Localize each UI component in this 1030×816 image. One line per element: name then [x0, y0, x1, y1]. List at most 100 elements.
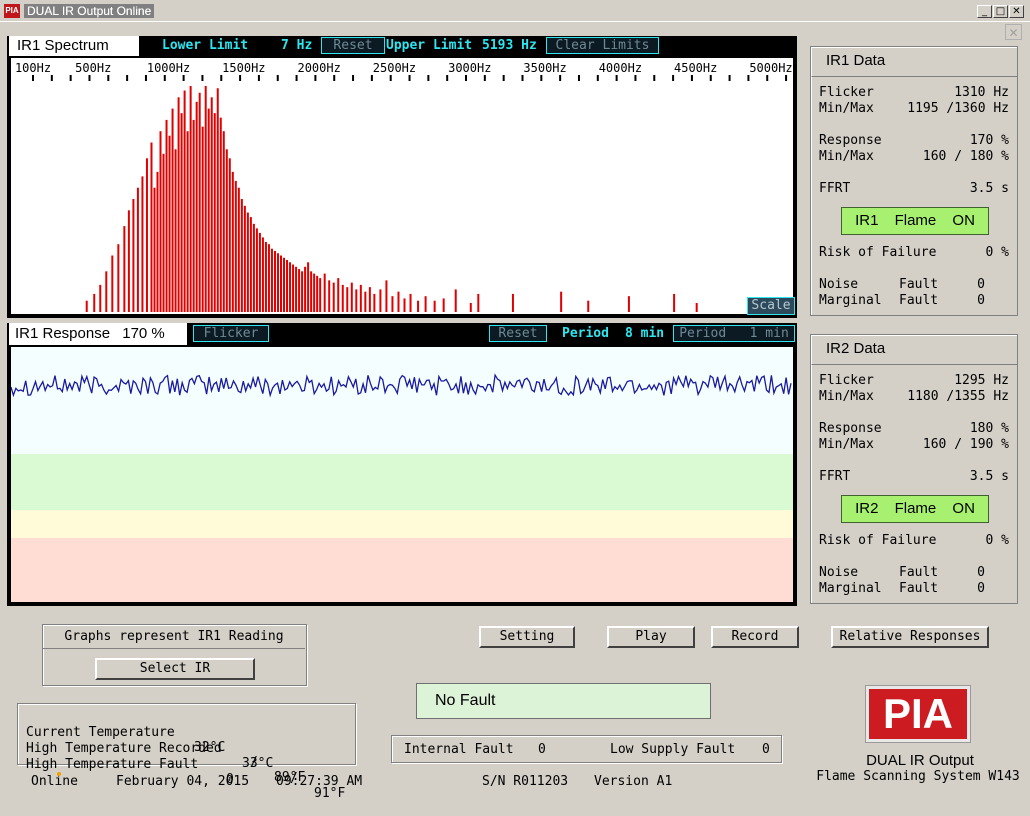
ir1-flicker-value: 1310 Hz [954, 85, 1009, 100]
spectrum-bar [560, 291, 563, 312]
ir2-noise-row: Noise Fault 0 [819, 565, 1009, 581]
spectrum-bar [346, 287, 349, 312]
ir2-ffrt-label: FFRT [819, 469, 851, 484]
spectrum-bar [469, 302, 472, 312]
ir1-response-minmax-row: Min/Max 160 / 180 % [819, 149, 1009, 165]
select-ir-button[interactable]: Select IR [95, 658, 255, 680]
ir2-response-minmax-label: Min/Max [819, 437, 874, 452]
spectrum-chart: 100Hz 500Hz 1000Hz 1500Hz 2000Hz 2500Hz 3000Hz… [15, 61, 793, 313]
spectrum-bar [195, 101, 198, 312]
ir2-flicker-minmax-label: Min/Max [819, 389, 874, 404]
fault-status-text: No Fault [435, 692, 496, 709]
spectrum-bar [304, 266, 307, 312]
spectrum-bar [355, 289, 358, 312]
spectrum-bar [267, 244, 270, 312]
spectrum-bar [364, 291, 367, 312]
spectrum-bar [180, 113, 183, 312]
ir2-noise-value: 0 [977, 565, 985, 580]
spectrum-bar [332, 282, 335, 312]
spectrum-bar [397, 291, 400, 312]
relative-responses-button[interactable]: Relative Responses [831, 626, 989, 648]
online-indicator-icon [57, 772, 61, 776]
flicker-button[interactable]: Flicker [193, 325, 269, 342]
spectrum-bar [298, 269, 301, 312]
spectrum-bar [385, 280, 388, 312]
spectrum-bar [409, 293, 412, 312]
ir1-risk-row: Risk of Failure 0 % [819, 245, 1009, 261]
app-icon: PIA [4, 4, 20, 18]
version: Version A1 [594, 774, 673, 789]
ir2-risk-row: Risk of Failure 0 % [819, 533, 1009, 549]
period-button[interactable]: Period 1 min [673, 325, 795, 342]
spectrum-bar [231, 171, 234, 312]
period-label: Period [562, 326, 609, 341]
ir2-marginal-label: Marginal [819, 581, 882, 596]
ir2-response-minmax-row: Min/Max 160 / 190 % [819, 437, 1009, 453]
response-reset-button[interactable]: Reset [489, 325, 547, 342]
spectrum-bar [270, 248, 273, 312]
spectrum-bar [258, 232, 261, 312]
spectrum-bar [168, 135, 171, 312]
response-tab-value: 170 % [122, 325, 165, 342]
spectrum-bar [442, 298, 445, 312]
upper-limit-value: 5193 Hz [482, 38, 537, 53]
spectrum-tick-label: 3000Hz [448, 61, 491, 75]
ir2-response-minmax-value: 160 / 190 % [922, 437, 1009, 452]
spectrum-bar [207, 108, 210, 312]
spectrum-bar [477, 293, 480, 312]
internal-fault-value: 0 [538, 742, 546, 757]
spectrum-tick-label: 4000Hz [599, 61, 642, 75]
play-button[interactable]: Play [607, 626, 695, 648]
spectrum-bar [264, 241, 267, 312]
ir1-response-minmax-label: Min/Max [819, 149, 874, 164]
record-button[interactable]: Record [711, 626, 799, 648]
ir2-response-label: Response [819, 421, 882, 436]
spectrum-tick-label: 1500Hz [222, 61, 265, 75]
ir1-flicker-minmax-value: 1195 /1360 Hz [907, 101, 1009, 116]
ir1-marginal-row: Marginal Fault 0 [819, 293, 1009, 309]
clear-limits-button[interactable]: Clear Limits [546, 37, 659, 54]
maximize-button[interactable]: □ [993, 5, 1008, 18]
spectrum-plot: 100Hz 500Hz 1000Hz 1500Hz 2000Hz 2500Hz 3000Hz… [9, 56, 795, 316]
ir2-flicker-label: Flicker [819, 373, 874, 388]
internal-fault-label: Internal Fault [404, 742, 514, 757]
minimize-button[interactable]: _ [977, 5, 992, 18]
spectrum-tab[interactable]: IR1 Spectrum [9, 36, 139, 56]
ir2-flicker-value: 1295 Hz [954, 373, 1009, 388]
spectrum-reset-button[interactable]: Reset [321, 37, 385, 54]
setting-button[interactable]: Setting [479, 626, 575, 648]
spectrum-bar [234, 180, 237, 312]
ir1-risk-label: Risk of Failure [819, 245, 937, 260]
spectrum-bar [145, 158, 148, 312]
spectrum-bar [123, 226, 126, 312]
ir1-ffrt-row: FFRT 3.5 s [819, 181, 1009, 197]
response-tab-label: IR1 Response [15, 325, 111, 342]
lower-limit-value: 7 Hz [281, 38, 313, 53]
ir2-flicker-minmax-row: Min/Max 1180 /1355 Hz [819, 389, 1009, 405]
spectrum-bar [117, 244, 120, 312]
ir1-noise-label: Noise [819, 277, 859, 292]
current-temp-row: Current Temperature 32°C / 89°F [26, 710, 356, 785]
spectrum-bar [627, 296, 630, 312]
inner-close-icon[interactable]: ✕ [1005, 24, 1022, 40]
spectrum-tick-label: 100Hz [15, 61, 51, 75]
response-plot [9, 345, 795, 604]
ir1-marginal-fault-label: Fault [899, 293, 939, 308]
spectrum-bar [283, 257, 286, 312]
ir2-marginal-row: Marginal Fault 0 [819, 581, 1009, 597]
ir1-noise-row: Noise Fault 0 [819, 277, 1009, 293]
ir1-flicker-label: Flicker [819, 85, 874, 100]
response-tab[interactable]: IR1 Response 170 % [9, 323, 187, 345]
spectrum-bar [201, 126, 204, 313]
spectrum-bar [695, 302, 698, 312]
spectrum-bar [433, 300, 436, 312]
ir1-response-minmax-value: 160 / 180 % [922, 149, 1009, 164]
ir1-risk-value: 0 % [985, 245, 1009, 260]
ir2-noise-fault-label: Fault [899, 565, 939, 580]
close-button[interactable]: ✕ [1009, 5, 1024, 18]
spectrum-bar [424, 296, 427, 312]
spectrum-bar [454, 289, 457, 312]
spectrum-bar [111, 255, 114, 312]
spectrum-bar [323, 273, 326, 312]
scale-button[interactable]: Scale [747, 297, 795, 315]
